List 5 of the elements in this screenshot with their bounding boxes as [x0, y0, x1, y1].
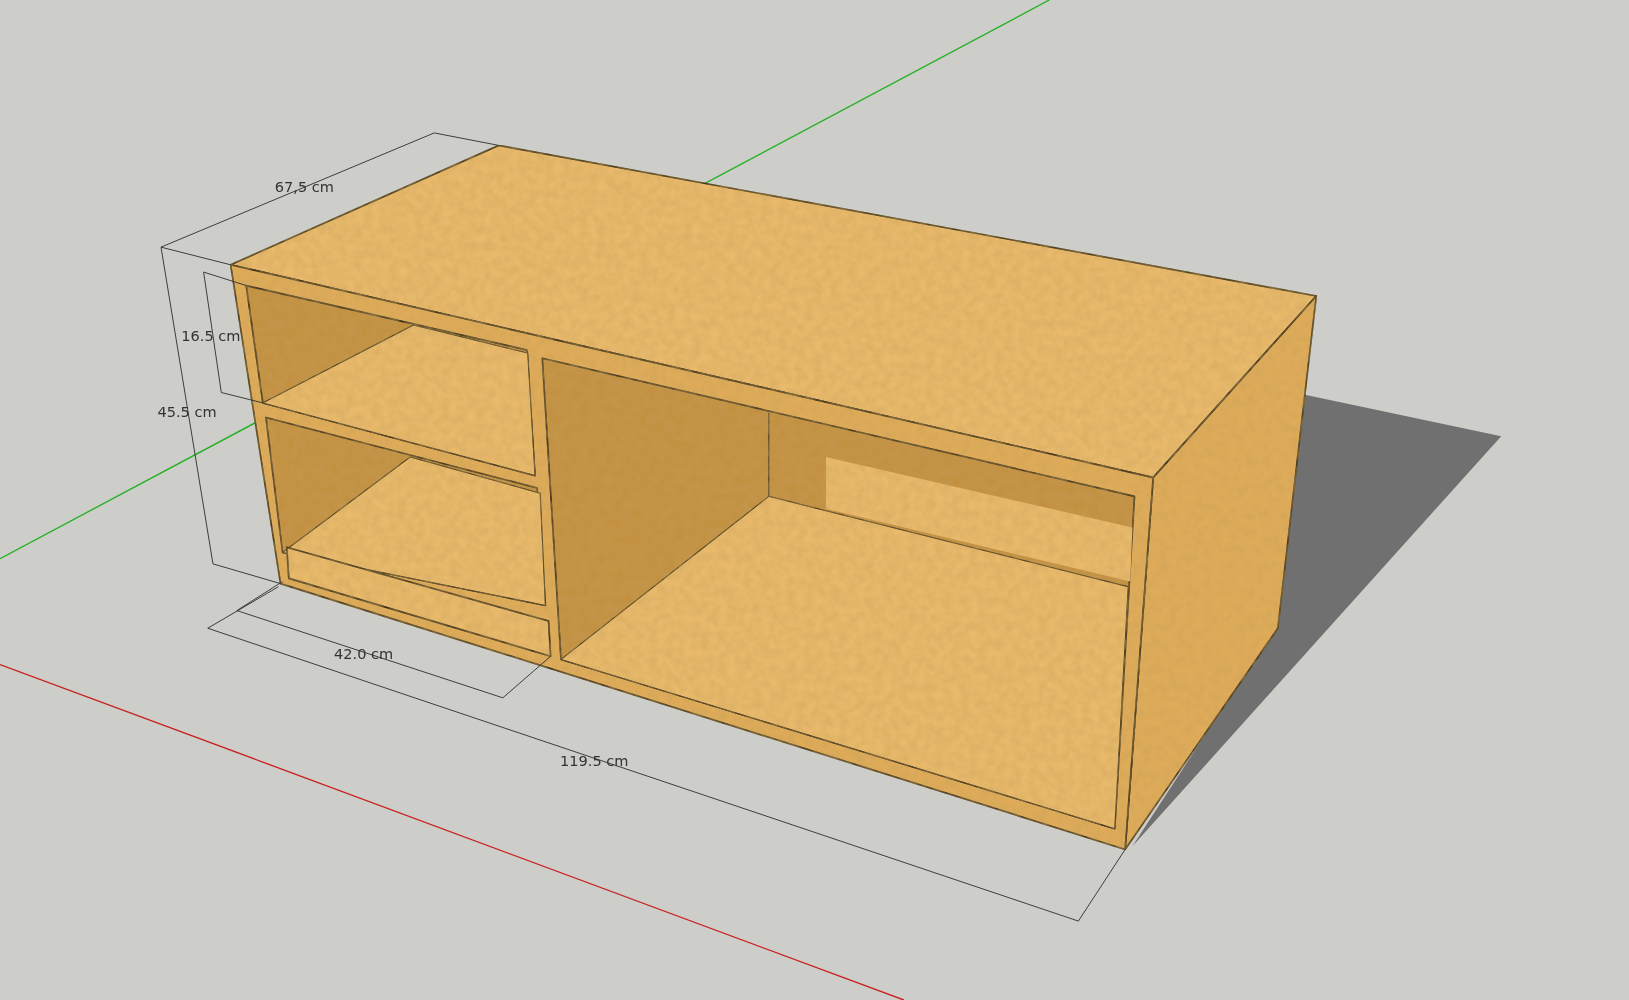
dimension-label: 119.5 cm	[560, 753, 629, 770]
dimension-label: 67,5 cm	[274, 179, 334, 196]
dimension-label: 45.5 cm	[157, 404, 217, 421]
dimension-label: 16.5 cm	[181, 327, 241, 344]
dimension-label: 42.0 cm	[334, 646, 394, 663]
